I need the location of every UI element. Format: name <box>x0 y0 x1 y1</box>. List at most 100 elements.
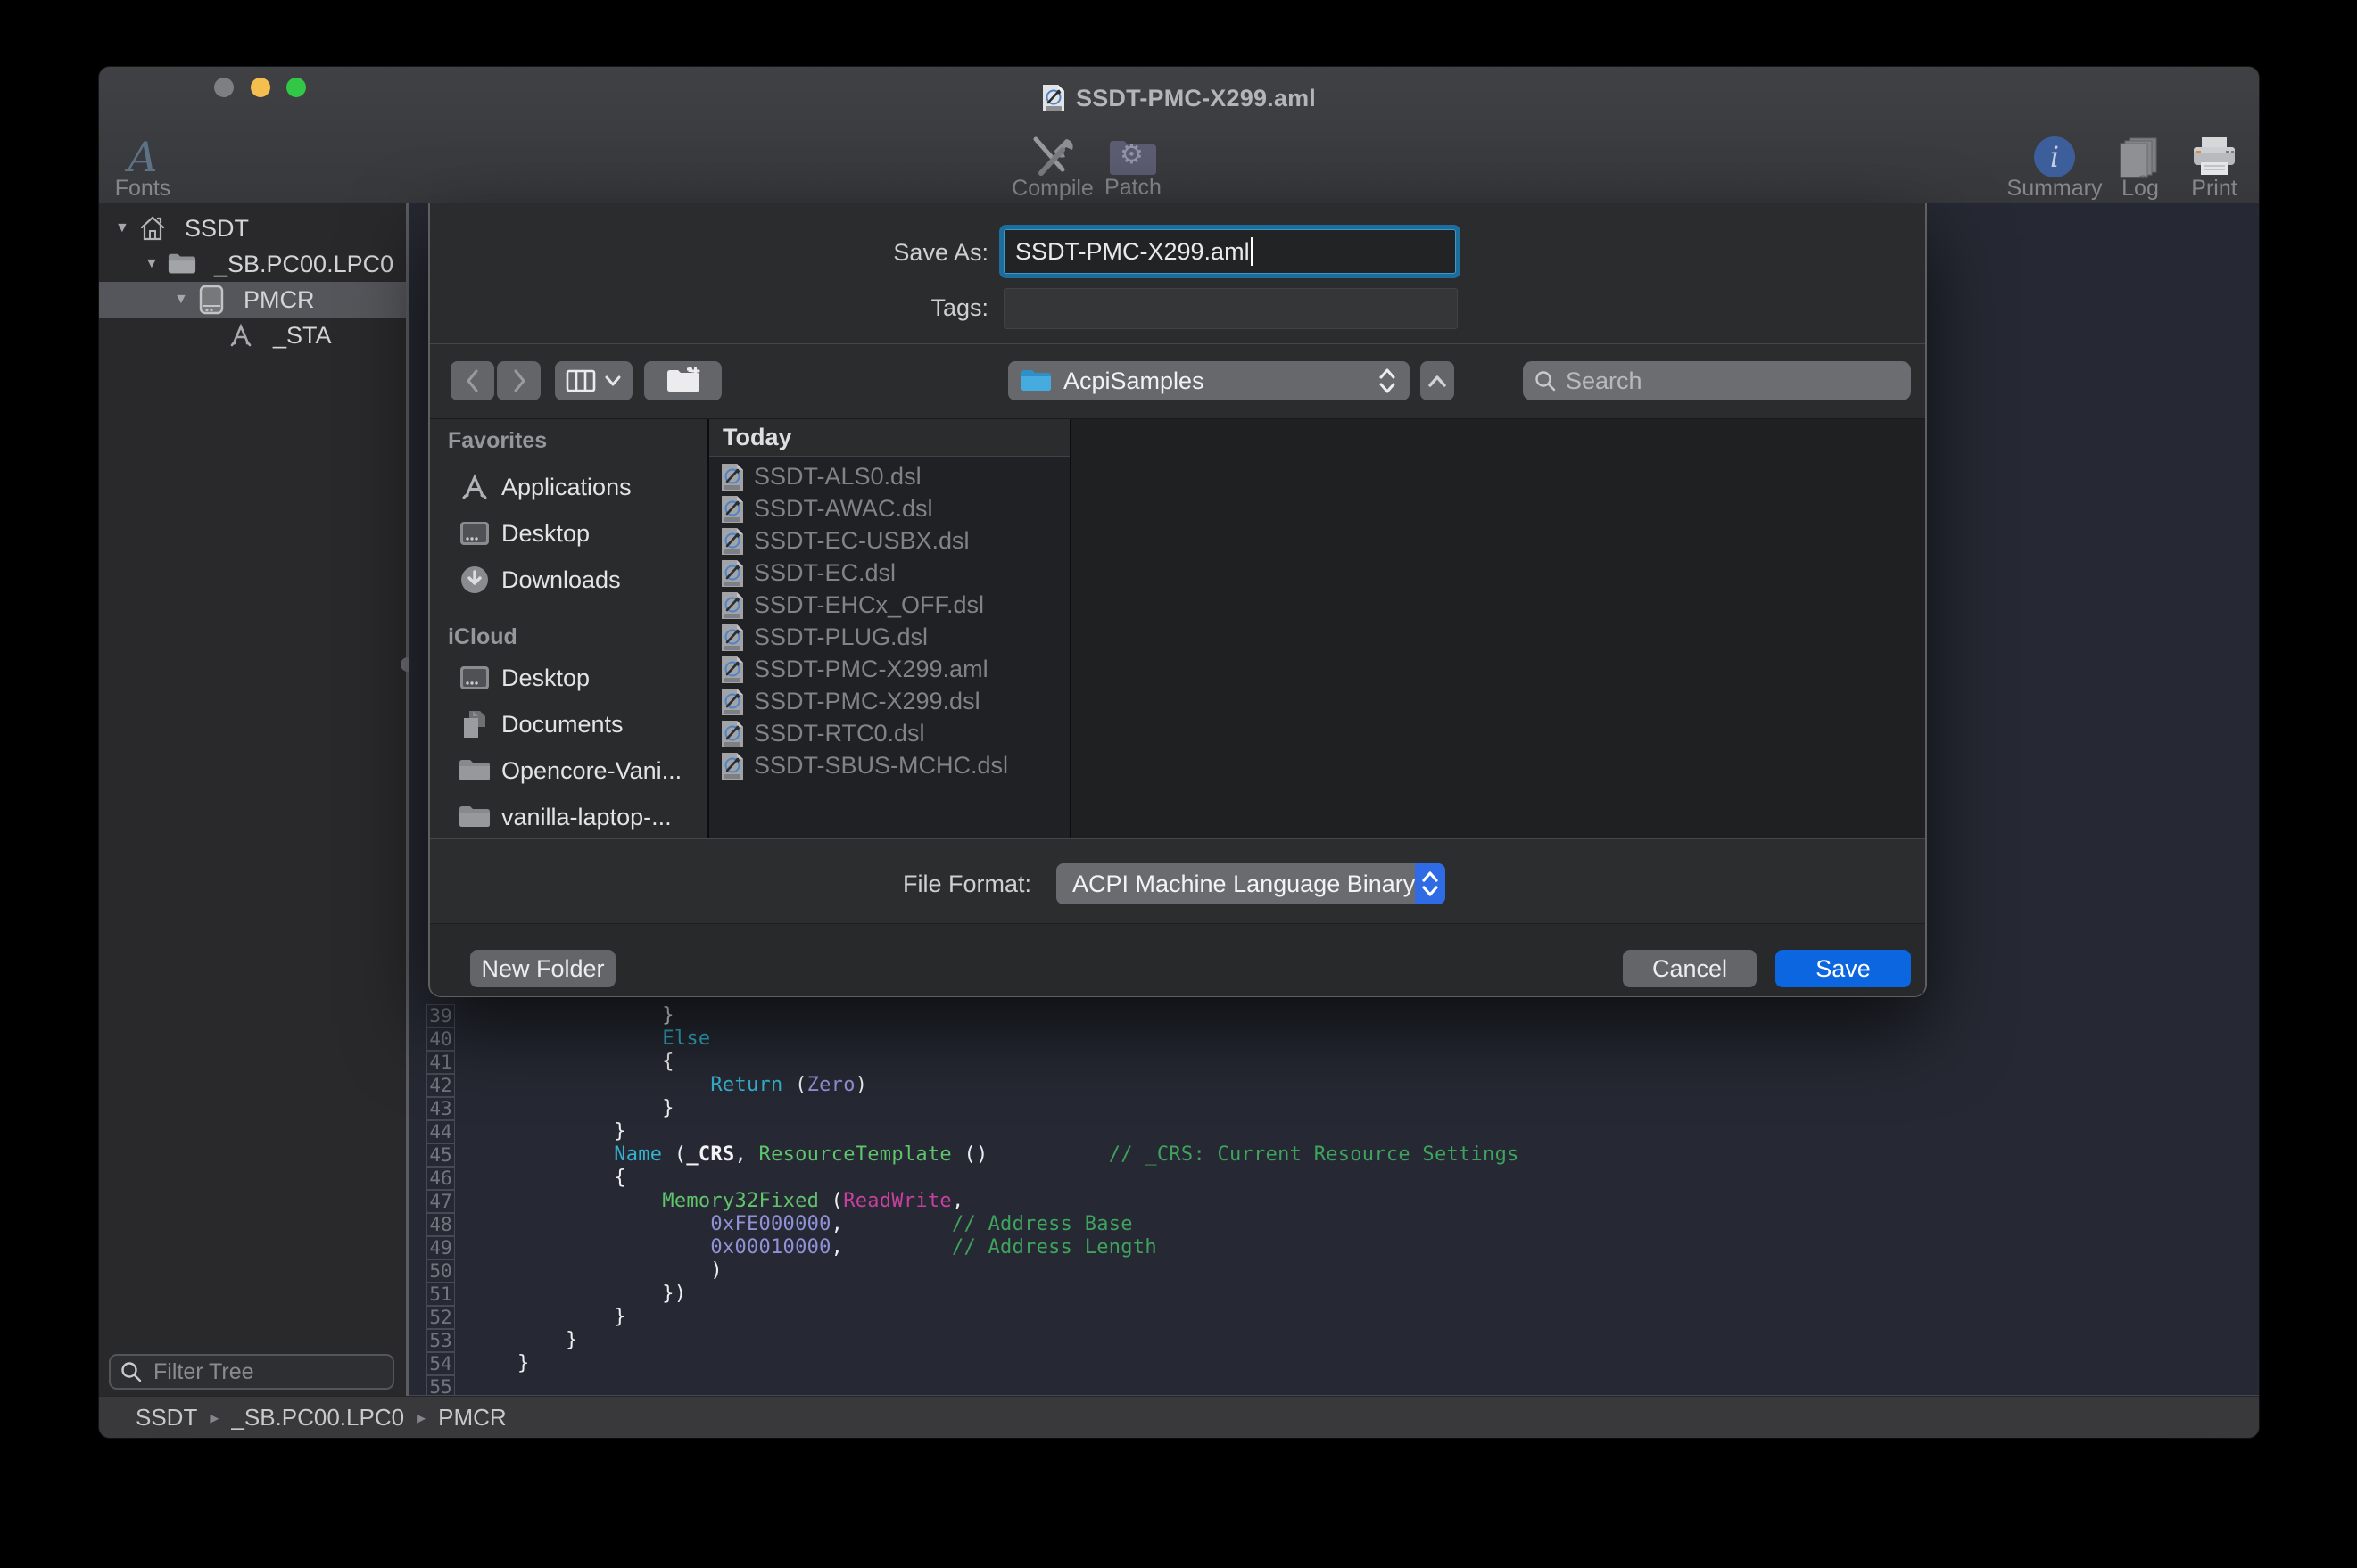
document-icon <box>721 559 742 586</box>
window-header: SSDT-PMC-X299.aml A Fonts Compile⚙ Patch… <box>99 67 2259 204</box>
folder-icon <box>168 250 196 278</box>
code-line-46: { <box>517 1167 626 1190</box>
folder-filled-icon <box>459 801 491 833</box>
place-label: Applications <box>501 474 632 501</box>
save-as-label: Save As: <box>893 239 988 267</box>
tree-item-_sb.pc00.lpc0[interactable]: ▼_SB.PC00.LPC0 <box>99 246 406 282</box>
icloud-item-documents[interactable]: Documents <box>430 701 707 747</box>
toolbar-item-fonts[interactable]: A Fonts <box>99 136 196 199</box>
file-row-ssdt-pmc-x299.aml[interactable]: SSDT-PMC-X299.aml <box>709 653 1070 685</box>
tree-item-ssdt[interactable]: ▼SSDT <box>99 210 406 246</box>
disclosure-triangle-icon[interactable]: ▼ <box>145 256 159 272</box>
file-row-ssdt-sbus-mchc.dsl[interactable]: SSDT-SBUS-MCHC.dsl <box>709 749 1070 781</box>
file-row-ssdt-pmc-x299.dsl[interactable]: SSDT-PMC-X299.dsl <box>709 685 1070 717</box>
separator <box>430 343 1925 344</box>
toolbar-label: Print <box>2191 177 2237 200</box>
file-row-ssdt-als0.dsl[interactable]: SSDT-ALS0.dsl <box>709 460 1070 492</box>
document-icon <box>721 623 742 650</box>
tree-item-pmcr[interactable]: ▼PMCR <box>99 282 406 318</box>
forward-button[interactable] <box>497 361 541 400</box>
favorites-item-desktop[interactable]: Desktop <box>430 510 707 557</box>
patch-icon: ⚙ <box>1108 136 1158 177</box>
new-folder-icon-button[interactable] <box>644 361 722 400</box>
file-row-ssdt-ec.dsl[interactable]: SSDT-EC.dsl <box>709 557 1070 589</box>
file-format-popup[interactable]: ACPI Machine Language Binary <box>1056 863 1445 904</box>
search-icon <box>1534 369 1557 392</box>
line-number: 52 <box>426 1306 455 1329</box>
code-line-52: } <box>517 1306 626 1329</box>
code-line-51: }) <box>517 1283 686 1306</box>
code-line-48: 0xFE000000, // Address Base <box>517 1213 1133 1236</box>
save-as-input[interactable]: SSDT-PMC-X299.aml <box>1004 229 1456 274</box>
file-row-ssdt-awac.dsl[interactable]: SSDT-AWAC.dsl <box>709 492 1070 524</box>
updown-chevrons-icon <box>1415 863 1445 904</box>
code-line-47: Memory32Fixed (ReadWrite, <box>517 1190 963 1213</box>
save-button[interactable]: Save <box>1775 950 1911 987</box>
code-line-49: 0x00010000, // Address Length <box>517 1236 1157 1259</box>
line-number: 49 <box>426 1236 455 1259</box>
line-number: 54 <box>426 1352 455 1375</box>
file-row-ssdt-ec-usbx.dsl[interactable]: SSDT-EC-USBX.dsl <box>709 524 1070 557</box>
icloud-item-vanilla-laptop-[interactable]: vanilla-laptop-... <box>430 794 707 840</box>
toolbar-label: Log <box>2121 177 2159 200</box>
collapse-button[interactable] <box>1420 361 1454 400</box>
home-icon <box>138 214 167 243</box>
desktop-icon <box>459 517 491 549</box>
toolbar-item-print[interactable]: Print <box>2161 136 2259 199</box>
code-line-42: Return (Zero) <box>517 1074 867 1097</box>
code-line-50: ) <box>517 1259 723 1283</box>
filter-tree-input[interactable]: Filter Tree <box>109 1354 394 1390</box>
file-browser: Favorites Applications Desktop Downloads… <box>430 419 1925 838</box>
file-name: SSDT-EC.dsl <box>754 559 896 587</box>
print-icon <box>2190 136 2238 177</box>
file-name: SSDT-PMC-X299.dsl <box>754 688 980 715</box>
file-row-ssdt-rtc0.dsl[interactable]: SSDT-RTC0.dsl <box>709 717 1070 749</box>
file-row-ssdt-ehcx_off.dsl[interactable]: SSDT-EHCx_OFF.dsl <box>709 589 1070 621</box>
crumb-separator: ▸ <box>417 1407 426 1429</box>
disclosure-triangle-icon[interactable]: ▼ <box>115 220 129 236</box>
breadcrumb-_sb.pc00.lpc0[interactable]: _SB.PC00.LPC0 <box>231 1404 404 1432</box>
tags-input[interactable] <box>1004 288 1458 329</box>
disclosure-triangle-icon[interactable]: ▼ <box>174 292 188 308</box>
place-label: Desktop <box>501 664 590 692</box>
file-format-value: ACPI Machine Language Binary <box>1072 871 1415 898</box>
place-label: Documents <box>501 711 624 739</box>
file-name: SSDT-EC-USBX.dsl <box>754 527 970 555</box>
dialog-button-band: New Folder Cancel Save <box>430 923 1925 996</box>
breadcrumb-ssdt[interactable]: SSDT <box>136 1404 197 1432</box>
icloud-item-desktop[interactable]: Desktop <box>430 655 707 701</box>
fonts-icon: A <box>128 136 157 177</box>
icloud-header: iCloud <box>448 624 517 650</box>
cancel-button[interactable]: Cancel <box>1623 950 1757 987</box>
place-label: vanilla-laptop-... <box>501 804 672 831</box>
view-mode-button[interactable] <box>555 361 633 400</box>
toolbar-label: Patch <box>1104 177 1162 199</box>
line-number: 46 <box>426 1167 455 1190</box>
favorites-item-applications[interactable]: Applications <box>430 464 707 510</box>
file-group-header: Today <box>709 419 1070 457</box>
new-folder-button[interactable]: New Folder <box>470 950 616 987</box>
desktop-icon <box>459 662 491 694</box>
code-line-41: { <box>517 1051 674 1074</box>
file-name: SSDT-ALS0.dsl <box>754 463 922 491</box>
back-button[interactable] <box>451 361 494 400</box>
line-number: 50 <box>426 1259 455 1283</box>
favorites-item-downloads[interactable]: Downloads <box>430 557 707 603</box>
folder-icon <box>1021 368 1051 393</box>
file-row-ssdt-plug.dsl[interactable]: SSDT-PLUG.dsl <box>709 621 1070 653</box>
document-icon <box>1042 84 1065 112</box>
tree-item-label: _STA <box>273 322 332 350</box>
code-line-44: } <box>517 1120 626 1143</box>
search-input[interactable]: Search <box>1523 361 1911 400</box>
toolbar-item-patch[interactable]: ⚙ Patch <box>1079 136 1187 199</box>
filter-placeholder: Filter Tree <box>153 1359 254 1385</box>
tree-item-_sta[interactable]: _STA <box>99 318 406 353</box>
document-icon <box>721 720 742 747</box>
updown-chevrons-icon <box>1377 366 1397 396</box>
search-placeholder: Search <box>1566 367 1642 395</box>
icloud-item-opencore-vani-[interactable]: Opencore-Vani... <box>430 747 707 794</box>
location-popup[interactable]: AcpiSamples <box>1008 361 1410 400</box>
separator <box>430 838 1925 839</box>
place-label: Desktop <box>501 520 590 548</box>
breadcrumb-pmcr[interactable]: PMCR <box>438 1404 507 1432</box>
